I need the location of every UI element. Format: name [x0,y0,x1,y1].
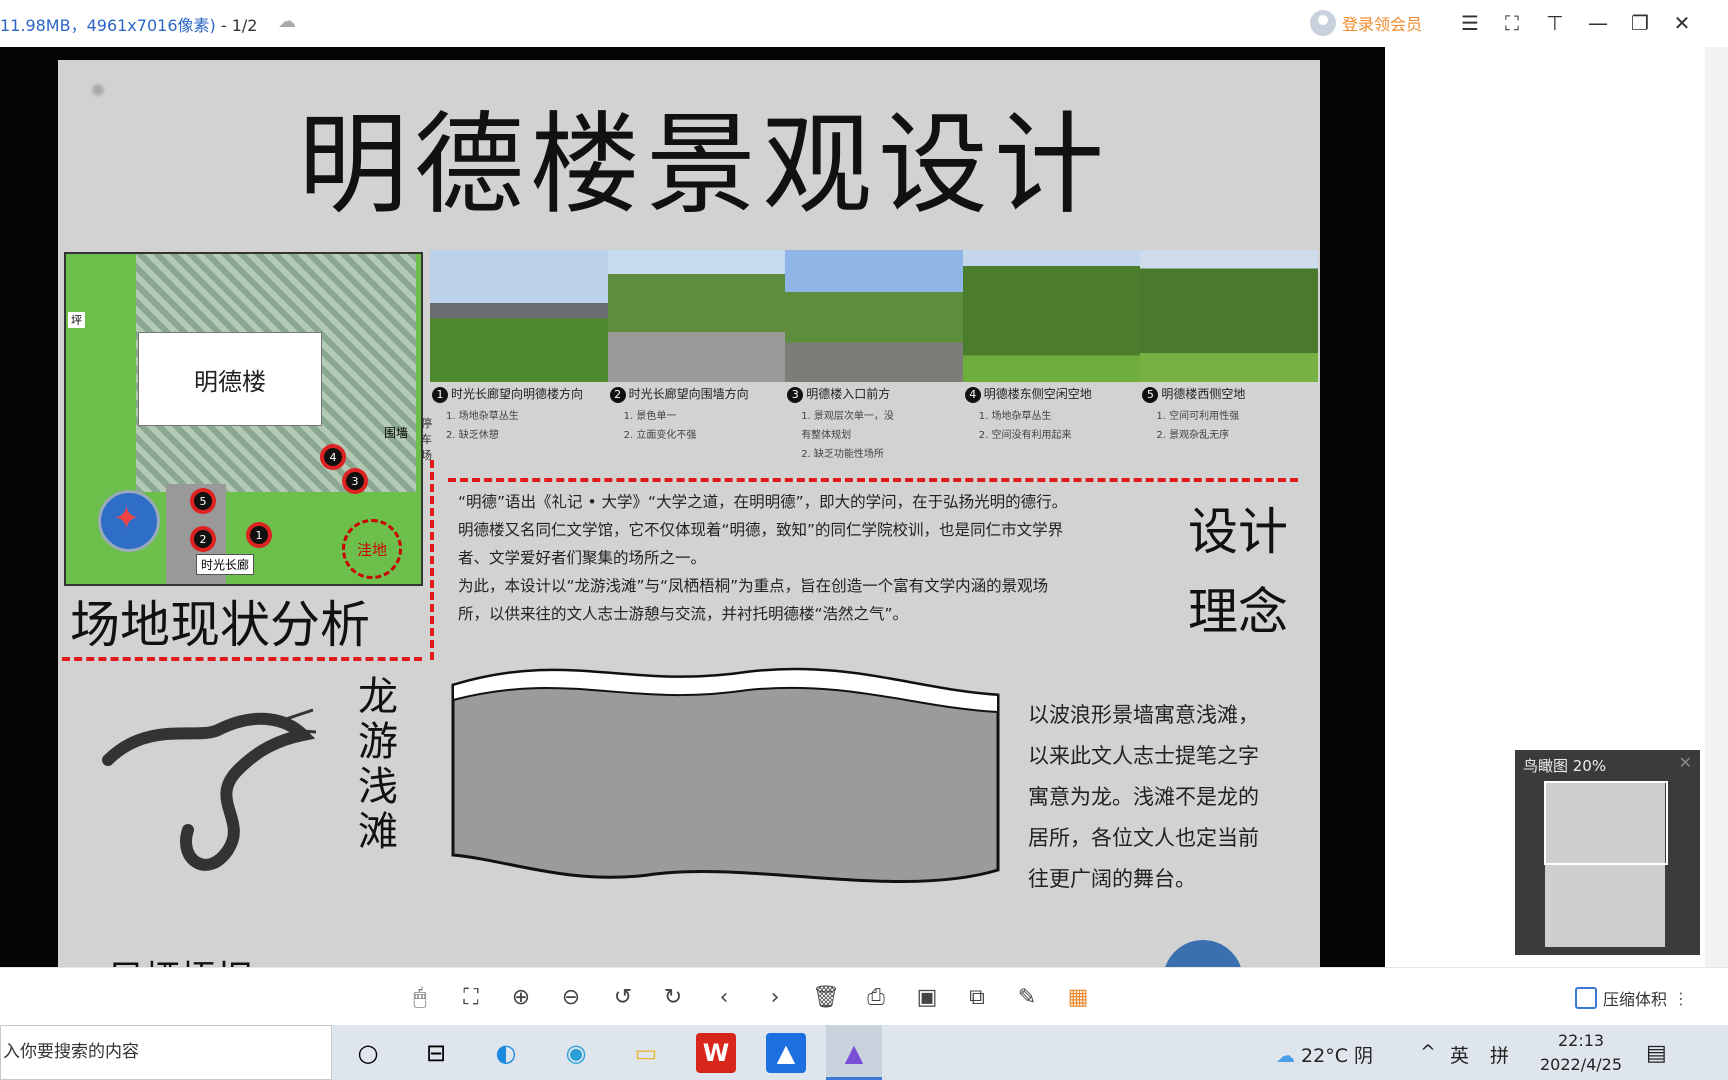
cortana-icon[interactable]: ○ [348,1033,388,1073]
pond-label: 洼地 [342,519,402,579]
scrollbar[interactable] [1705,47,1728,967]
more-icon[interactable]: ⋮ [1673,989,1689,1008]
taskbar-search[interactable]: 入你要搜索的内容 [0,1025,332,1080]
rotate-left-icon[interactable]: ↺ [608,982,638,1012]
divider-dashed [430,460,434,660]
delete-icon[interactable]: 🗑 [811,982,841,1012]
divider-dashed [62,657,422,661]
view-marker-2: 2 [194,530,212,548]
cloud-icon: ☁ [1276,1045,1295,1067]
chevron-up-icon[interactable]: ^ [1420,1041,1436,1063]
browser-icon[interactable]: ◉ [556,1033,596,1073]
divider-dashed [448,478,1298,482]
apps-icon[interactable]: ▦ [1063,982,1093,1012]
ime-mode[interactable]: 拼 [1490,1041,1509,1068]
fit-screen-icon[interactable]: ⛶ [456,982,486,1012]
view-marker-4: 4 [324,448,342,466]
site-photos [430,250,1318,382]
minimize-icon[interactable]: — [1583,8,1613,38]
dragon-illustration [102,708,317,871]
photo-caption: 1 时光长廊望向明德楼方向 1. 场地杂草丛生 2. 缺乏休憩 [430,385,608,460]
close-icon[interactable]: ✕ [1667,8,1697,38]
photo-caption: 4 明德楼东侧空闲空地 1. 场地杂草丛生 2. 空间没有利用起来 [963,385,1141,460]
photo-caption: 2 时光长廊望向围墙方向 1. 景色单一 2. 立面变化不强 [608,385,786,460]
print-icon[interactable]: ⎙ [861,982,891,1012]
fullscreen-icon[interactable]: ⛶ [1497,8,1527,38]
weather-widget[interactable]: ☁ 22°C 阴 [1276,1041,1373,1068]
close-icon[interactable]: ✕ [1679,753,1692,772]
compress-button[interactable]: 压缩体积 ⋮ [1575,986,1689,1010]
poster-title: 明德楼景观设计 [298,101,1110,229]
clock[interactable]: 22:13 2022/4/25 [1540,1029,1622,1077]
extract-icon[interactable]: ⧉ [962,982,992,1012]
compress-icon [1575,987,1597,1009]
bottom-toolbar: 🖱 ⛶ ⊕ ⊖ ↺ ↻ ‹ › 🗑 ⎙ ▣ ⧉ ✎ ▦ 压缩体积 ⋮ [0,967,1728,1026]
view-marker-3: 3 [346,472,364,490]
edit-icon[interactable]: ✎ [1012,982,1042,1012]
page-indicator: - 1/2 [215,16,258,35]
photo-caption: 5 明德楼西侧空地 1. 空间可利用性强 2. 景观杂乱无序 [1140,385,1318,460]
zoom-out-icon[interactable]: ⊖ [556,982,586,1012]
wave-wall-illustration [451,667,1000,883]
corridor-label: 时光长廊 [196,554,255,575]
site-analysis-heading: 场地现状分析 [70,596,370,654]
compass-icon [98,490,160,552]
plan-left-label: 坪 [68,312,85,328]
dragon-shoal-heading: 龙游浅滩 [358,674,398,855]
site-photo-3 [785,250,963,382]
poster-image[interactable]: 明德楼景观设计 明德楼 时光长廊 坪 围墙 洼地 1 2 3 4 5 场地现状分… [58,60,1320,967]
site-photo-2 [607,250,786,382]
rotate-right-icon[interactable]: ↻ [658,982,688,1012]
next-icon[interactable]: › [760,982,790,1012]
avatar [1310,10,1336,36]
design-concept-text: “明德”语出《礼记 • 大学》“大学之道，在明明德”，即大的学问，在于弘扬光明的… [458,493,1068,623]
photo-captions: 1 时光长廊望向明德楼方向 1. 场地杂草丛生 2. 缺乏休憩 2 时光长廊望向围墙方向… [430,385,1318,460]
design-concept-heading: 设计理念 [1188,503,1288,641]
minimap-panel[interactable]: 鸟瞰图 20% ✕ [1515,750,1700,955]
file-explorer-icon[interactable]: ▭ [626,1033,666,1073]
viewer-titlebar: 11.98MB，4961x7016像素) - 1/2 ☁ 登录领会员 ☰ ⛶ ⊤… [0,0,1728,47]
photos-icon[interactable]: ▲ [766,1033,806,1073]
minimap-title: 鸟瞰图 20% [1523,757,1607,775]
ime-lang[interactable]: 英 [1450,1041,1469,1068]
site-photo-5 [1140,250,1318,382]
menu-icon[interactable]: ☰ [1455,8,1485,38]
task-view-icon[interactable]: ⊟ [416,1033,456,1073]
image-viewer-icon[interactable]: ▲ [834,1033,874,1073]
notification-icon[interactable]: ▤ [1646,1041,1667,1066]
view-marker-5: 5 [194,492,212,510]
prev-icon[interactable]: ‹ [709,982,739,1012]
pin-icon[interactable]: ⊤ [1540,8,1570,38]
login-label: 登录领会员 [1342,15,1423,34]
building-label: 明德楼 [138,332,322,426]
edge-icon[interactable]: ◐ [486,1033,526,1073]
file-info: 11.98MB，4961x7016像素) - 1/2 [0,16,258,35]
zoom-in-icon[interactable]: ⊕ [506,982,536,1012]
restore-icon[interactable]: ❐ [1625,8,1655,38]
mouse-icon[interactable]: 🖱 [405,982,435,1012]
site-photo-4 [962,250,1141,382]
compass-icon [1163,940,1243,967]
site-photo-1 [430,250,608,382]
plan-right-label: 围墙 [384,426,409,440]
wave-wall-description: 以波浪形景墙寓意浅滩， 以来此文人志士提笔之字 寓意为龙。浅滩不是龙的 居所，各… [1028,703,1259,891]
photo-caption: 3 明德楼入口前方 1. 景观层次单一，没 有整体规划 2. 缺乏功能性场所 [785,385,963,460]
login-member-button[interactable]: 登录领会员 [1310,10,1422,36]
wps-icon[interactable]: W [696,1033,736,1073]
ocr-icon[interactable]: ▣ [912,982,942,1012]
phoenix-heading: 凤栖梧桐 [108,950,252,967]
view-marker-1: 1 [250,526,268,544]
windows-taskbar: 入你要搜索的内容 ○ ⊟ ◐ ◉ ▭ W ▲ ▲ ☁ 22°C 阴 ^ 英 拼 … [0,1025,1728,1080]
cloud-upload-icon[interactable]: ☁ [278,11,300,33]
minimap-viewport[interactable] [1544,781,1668,865]
